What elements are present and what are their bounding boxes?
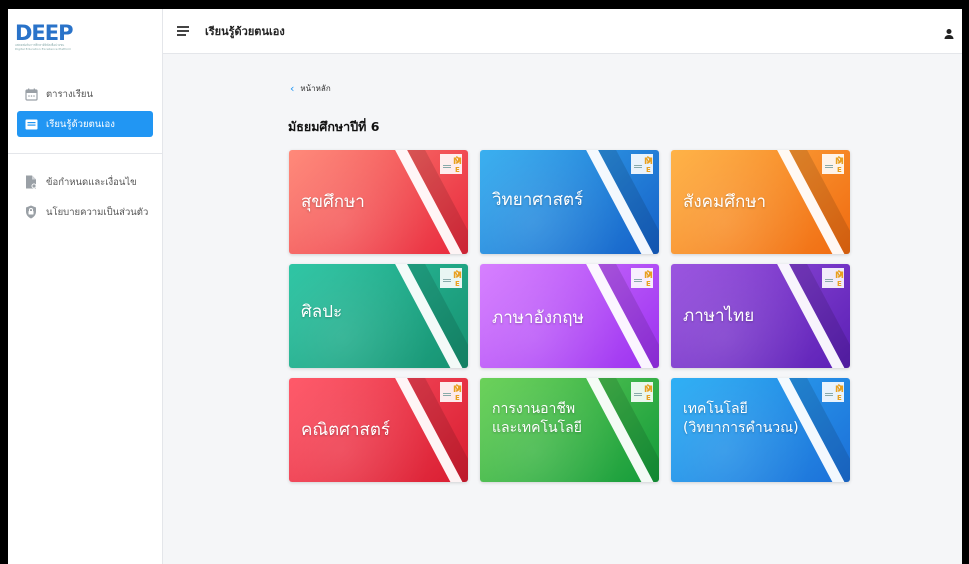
mp-badge-icon: ME bbox=[440, 382, 462, 402]
sidebar-item-label: ตารางเรียน bbox=[46, 88, 93, 100]
svg-text:E: E bbox=[837, 166, 842, 174]
sidebar-item-self-learning[interactable]: เรียนรู้ด้วยตนเอง bbox=[17, 111, 153, 137]
mp-badge-icon: ME bbox=[822, 154, 844, 174]
subject-label: ภาษาอังกฤษ bbox=[492, 308, 584, 328]
sidebar-divider bbox=[8, 153, 162, 154]
menu-icon[interactable] bbox=[177, 26, 189, 36]
svg-text:E: E bbox=[646, 394, 651, 402]
subject-label: สังคมศึกษา bbox=[683, 192, 767, 212]
sidebar-item-label: เรียนรู้ด้วยตนเอง bbox=[46, 118, 115, 130]
subject-card-thai[interactable]: M E ภาษาไทย bbox=[671, 264, 850, 368]
logo-subtitle-en: Digital Education Excellence Platform bbox=[15, 47, 72, 51]
back-label: หน้าหลัก bbox=[300, 84, 331, 93]
svg-text:E: E bbox=[837, 394, 842, 402]
mp-badge-icon: ME bbox=[440, 154, 462, 174]
subject-card-math[interactable]: M E คณิตศาสตร์ bbox=[289, 378, 468, 482]
subject-card-art[interactable]: M E ศิลปะ bbox=[289, 264, 468, 368]
sidebar-item-schedule[interactable]: ตารางเรียน bbox=[17, 81, 153, 107]
sidebar-item-privacy[interactable]: นโยบายความเป็นส่วนตัว bbox=[17, 199, 153, 225]
svg-text:E: E bbox=[455, 280, 460, 288]
svg-text:E: E bbox=[837, 280, 842, 288]
deep-logo[interactable]: DEEP แพลตฟอร์มการศึกษาดิจิทัลเพื่อปวงชน … bbox=[15, 21, 85, 52]
mp-badge-icon: ME bbox=[631, 154, 653, 174]
page-title: เรียนรู้ด้วยตนเอง bbox=[205, 25, 285, 38]
sidebar: DEEP แพลตฟอร์มการศึกษาดิจิทัลเพื่อปวงชน … bbox=[8, 9, 163, 564]
subject-label: ภาษาไทย bbox=[683, 306, 755, 326]
subject-label: เทคโนโลยี (วิทยาการคำนวณ) bbox=[683, 401, 799, 436]
subject-label: ศิลปะ bbox=[301, 302, 343, 322]
user-icon[interactable] bbox=[944, 25, 954, 39]
calendar-icon bbox=[24, 87, 38, 101]
book-icon bbox=[24, 117, 38, 131]
subject-label: วิทยาศาสตร์ bbox=[492, 190, 584, 210]
mp-badge-icon: ME bbox=[822, 382, 844, 402]
sidebar-item-label: ข้อกำหนดและเงื่อนไข bbox=[46, 176, 137, 188]
subject-card-social-studies[interactable]: M E สังคมศึกษา bbox=[671, 150, 850, 254]
svg-text:E: E bbox=[646, 280, 651, 288]
logo-text: DEEP bbox=[15, 21, 74, 45]
mp-badge-icon: ME bbox=[631, 382, 653, 402]
shield-icon bbox=[24, 205, 38, 219]
chevron-left-icon: ‹ bbox=[290, 81, 295, 95]
grade-heading: มัธยมศึกษาปีที่ 6 bbox=[288, 119, 380, 134]
mp-badge-icon: ME bbox=[631, 268, 653, 288]
document-icon bbox=[24, 175, 38, 189]
top-bar: เรียนรู้ด้วยตนเอง bbox=[163, 9, 962, 54]
svg-text:E: E bbox=[455, 394, 460, 402]
subject-card-computing[interactable]: M E เทคโนโลยี (วิทยาการคำนวณ) bbox=[671, 378, 850, 482]
subject-label: สุขศึกษา bbox=[301, 192, 365, 212]
subject-label: คณิตศาสตร์ bbox=[301, 420, 391, 440]
subject-card-health[interactable]: M E สุขศึกษา bbox=[289, 150, 468, 254]
mp-badge-icon: ME bbox=[822, 268, 844, 288]
sidebar-item-terms[interactable]: ข้อกำหนดและเงื่อนไข bbox=[17, 169, 153, 195]
back-link[interactable]: ‹ หน้าหลัก bbox=[290, 82, 331, 95]
mp-badge-icon: ME bbox=[440, 268, 462, 288]
subject-card-english[interactable]: M E ภาษาอังกฤษ bbox=[480, 264, 659, 368]
subject-card-career-tech[interactable]: M E การงานอาชีพ และเทคโนโลยี bbox=[480, 378, 659, 482]
app-window: DEEP แพลตฟอร์มการศึกษาดิจิทัลเพื่อปวงชน … bbox=[8, 9, 962, 564]
svg-text:E: E bbox=[455, 166, 460, 174]
subject-label: การงานอาชีพ และเทคโนโลยี bbox=[492, 401, 582, 436]
sidebar-item-label: นโยบายความเป็นส่วนตัว bbox=[46, 206, 149, 218]
subject-card-science[interactable]: M E วิทยาศาสตร์ bbox=[480, 150, 659, 254]
svg-text:E: E bbox=[646, 166, 651, 174]
